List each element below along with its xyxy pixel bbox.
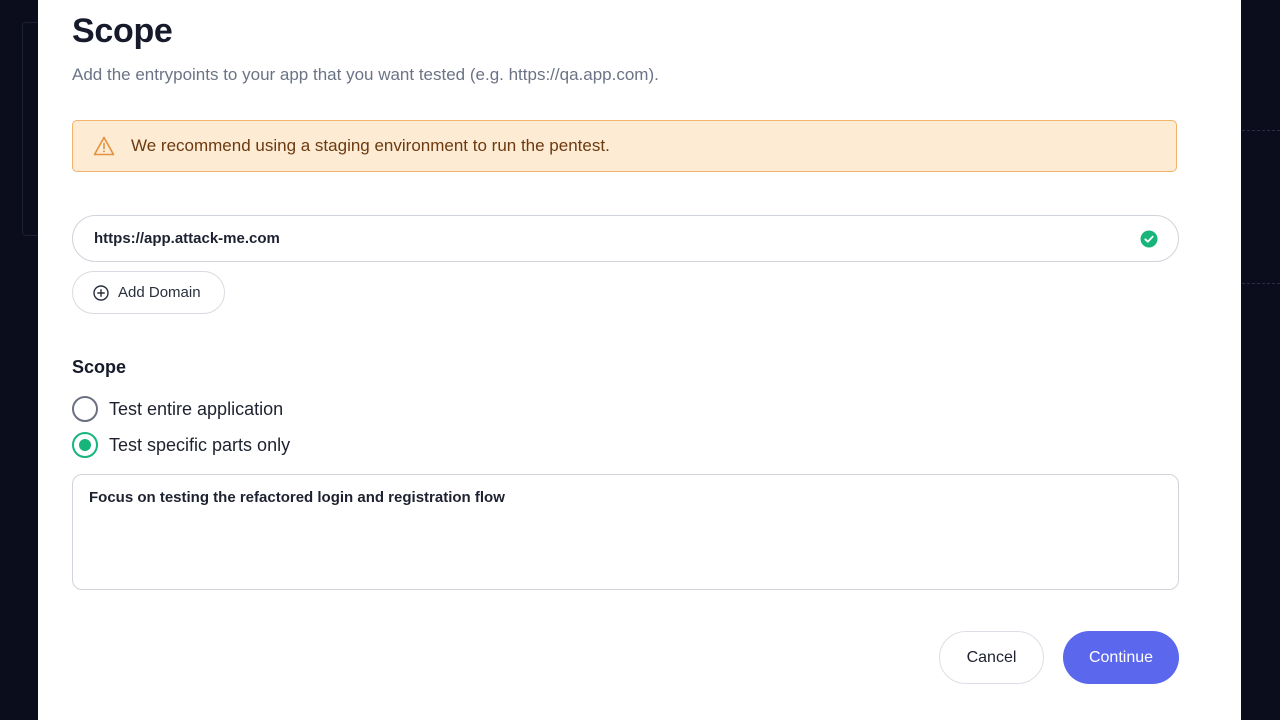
radio-button[interactable] — [72, 396, 98, 422]
warning-icon — [93, 135, 117, 157]
background-divider — [1242, 283, 1280, 285]
check-circle-icon — [1140, 230, 1158, 248]
continue-button[interactable]: Continue — [1063, 631, 1179, 684]
radio-button-selected[interactable] — [72, 432, 98, 458]
cancel-button[interactable]: Cancel — [939, 631, 1044, 684]
scope-heading: Scope — [72, 357, 127, 377]
dialog-title: Scope — [72, 12, 173, 50]
staging-warning-alert: We recommend using a staging environment… — [72, 120, 1177, 172]
domain-value[interactable]: https://app.attack-me.com — [94, 230, 1140, 247]
scope-dialog: Scope Add the entrypoints to your app th… — [38, 0, 1241, 720]
radio-label: Test entire application — [109, 398, 284, 419]
add-domain-button[interactable]: Add Domain — [72, 271, 225, 314]
alert-text: We recommend using a staging environment… — [131, 136, 610, 155]
domain-input[interactable]: https://app.attack-me.com — [72, 215, 1179, 262]
scope-details-textarea[interactable]: Focus on testing the refactored login an… — [72, 474, 1179, 590]
radio-test-entire-application[interactable]: Test entire application — [72, 396, 283, 422]
radio-test-specific-parts[interactable]: Test specific parts only — [72, 432, 290, 458]
radio-label: Test specific parts only — [109, 434, 291, 455]
add-domain-label: Add Domain — [118, 284, 201, 301]
plus-circle-icon — [93, 284, 109, 301]
dialog-subtitle: Add the entrypoints to your app that you… — [72, 65, 659, 84]
background-divider — [1242, 130, 1280, 132]
